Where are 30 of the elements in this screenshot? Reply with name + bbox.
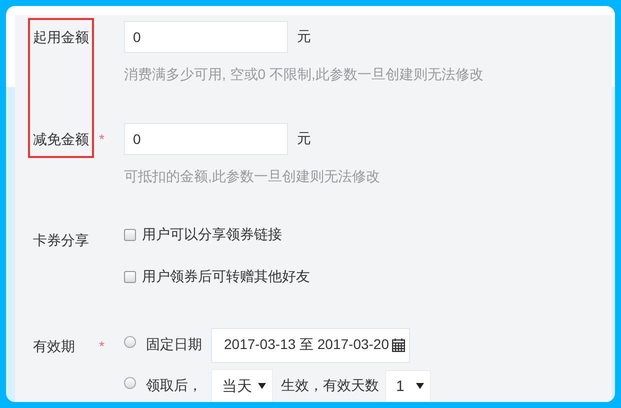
date-range-field[interactable]: 2017-03-13 至 2017-03-20	[211, 328, 410, 362]
required-mark: *	[99, 130, 104, 149]
select-value: 1	[396, 378, 404, 394]
field-label: 起用金额	[33, 28, 89, 47]
date-range-text: 2017-03-13 至 2017-03-20	[224, 336, 390, 354]
unit-label: 元	[297, 28, 311, 46]
inline-text: 生效，有效天数	[281, 377, 379, 395]
unit-label: 元	[297, 130, 311, 148]
caret-icon	[258, 383, 266, 389]
hint-text: 消费满多少可用, 空或0 不限制,此参数一旦创建则无法修改	[124, 65, 484, 83]
calendar-icon	[392, 338, 406, 352]
radio-button[interactable]	[124, 377, 136, 389]
radio-label: 固定日期	[146, 336, 202, 354]
radio-button[interactable]	[124, 336, 136, 348]
start-select[interactable]: 当天	[211, 368, 273, 402]
radio-label: 领取后，	[146, 377, 202, 395]
field-label: 减免金额	[33, 130, 89, 149]
required-mark: *	[99, 337, 104, 356]
caret-icon	[416, 383, 424, 389]
field-label: 卡券分享	[33, 231, 89, 250]
field-label: 有效期	[33, 337, 75, 356]
select-value: 当天	[222, 376, 252, 396]
hint-text: 可抵扣的金额,此参数一旦创建则无法修改	[124, 167, 380, 185]
days-select[interactable]: 1	[385, 370, 431, 402]
checkbox-label: 用户可以分享领券链接	[142, 226, 282, 244]
input-field[interactable]: 0	[124, 123, 288, 155]
input-field[interactable]: 0	[124, 21, 288, 53]
checkbox[interactable]	[124, 229, 136, 241]
checkbox-label: 用户领券后可转赠其他好友	[142, 268, 310, 286]
checkbox[interactable]	[124, 271, 136, 283]
